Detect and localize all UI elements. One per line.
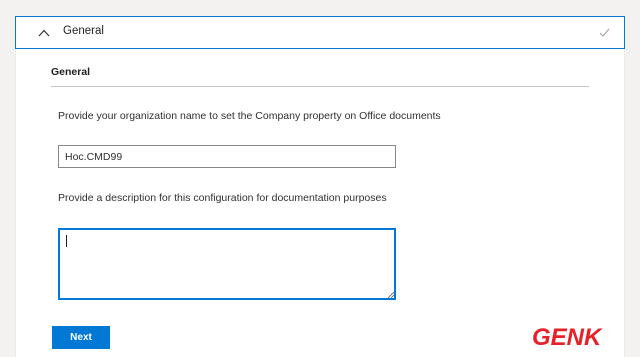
checkmark-icon [599, 28, 610, 37]
accordion-panel: General Provide your organization name t… [15, 49, 625, 357]
chevron-up-icon [38, 29, 50, 37]
text-cursor [66, 235, 67, 247]
genk-logo: GENK [532, 324, 603, 351]
section-divider [51, 86, 589, 87]
resize-grip-icon[interactable] [387, 291, 394, 298]
description-field-label: Provide a description for this configura… [58, 192, 387, 204]
next-button[interactable]: Next [52, 326, 110, 349]
accordion-title: General [63, 25, 104, 37]
description-textarea[interactable] [58, 228, 396, 300]
page: General General Provide your organizatio… [0, 0, 640, 357]
genk-logo-text: GENK [532, 324, 603, 351]
company-name-input[interactable] [58, 145, 396, 168]
section-title: General [51, 66, 91, 78]
company-field-label: Provide your organization name to set th… [58, 110, 441, 122]
accordion-header-general[interactable]: General [15, 16, 625, 49]
